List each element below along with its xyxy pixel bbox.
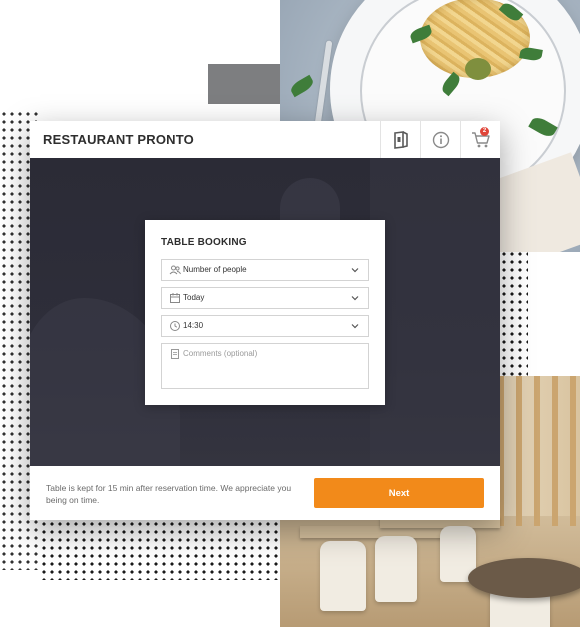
next-button[interactable]: Next — [314, 478, 484, 508]
chevron-down-icon — [351, 324, 359, 329]
info-button[interactable] — [420, 121, 461, 158]
date-select[interactable]: Today — [161, 287, 369, 309]
decorative-gray-block — [208, 64, 280, 104]
booking-footer: Table is kept for 15 min after reservati… — [30, 466, 500, 520]
people-value: Number of people — [183, 265, 247, 274]
people-select[interactable]: Number of people — [161, 259, 369, 281]
app-title: RESTAURANT PRONTO — [43, 132, 194, 147]
table-booking-card: TABLE BOOKING Number of people Today 14:… — [145, 220, 385, 405]
menu-button[interactable] — [380, 121, 421, 158]
info-icon — [432, 131, 450, 148]
time-value: 14:30 — [183, 321, 204, 330]
booking-widget-window: RESTAURANT PRONTO 2 TABLE BOOKING Number… — [30, 121, 500, 520]
menu-book-icon — [394, 130, 408, 149]
people-icon — [169, 265, 181, 275]
chevron-down-icon — [351, 268, 359, 273]
chevron-down-icon — [351, 296, 359, 301]
time-select[interactable]: 14:30 — [161, 315, 369, 337]
top-bar: RESTAURANT PRONTO 2 — [30, 121, 500, 159]
cart-button[interactable]: 2 — [460, 121, 501, 158]
hero-background: TABLE BOOKING Number of people Today 14:… — [30, 158, 500, 466]
cart-count-badge: 2 — [480, 127, 489, 136]
decorative-dot-pattern-bottom — [40, 520, 280, 580]
comments-field[interactable]: Comments (optional) — [161, 343, 369, 389]
reservation-notice: Table is kept for 15 min after reservati… — [46, 483, 292, 505]
comments-placeholder: Comments (optional) — [183, 349, 258, 358]
date-value: Today — [183, 293, 205, 302]
booking-title: TABLE BOOKING — [161, 237, 247, 248]
calendar-icon — [170, 293, 180, 303]
clock-icon — [170, 321, 180, 331]
note-icon — [171, 349, 179, 359]
